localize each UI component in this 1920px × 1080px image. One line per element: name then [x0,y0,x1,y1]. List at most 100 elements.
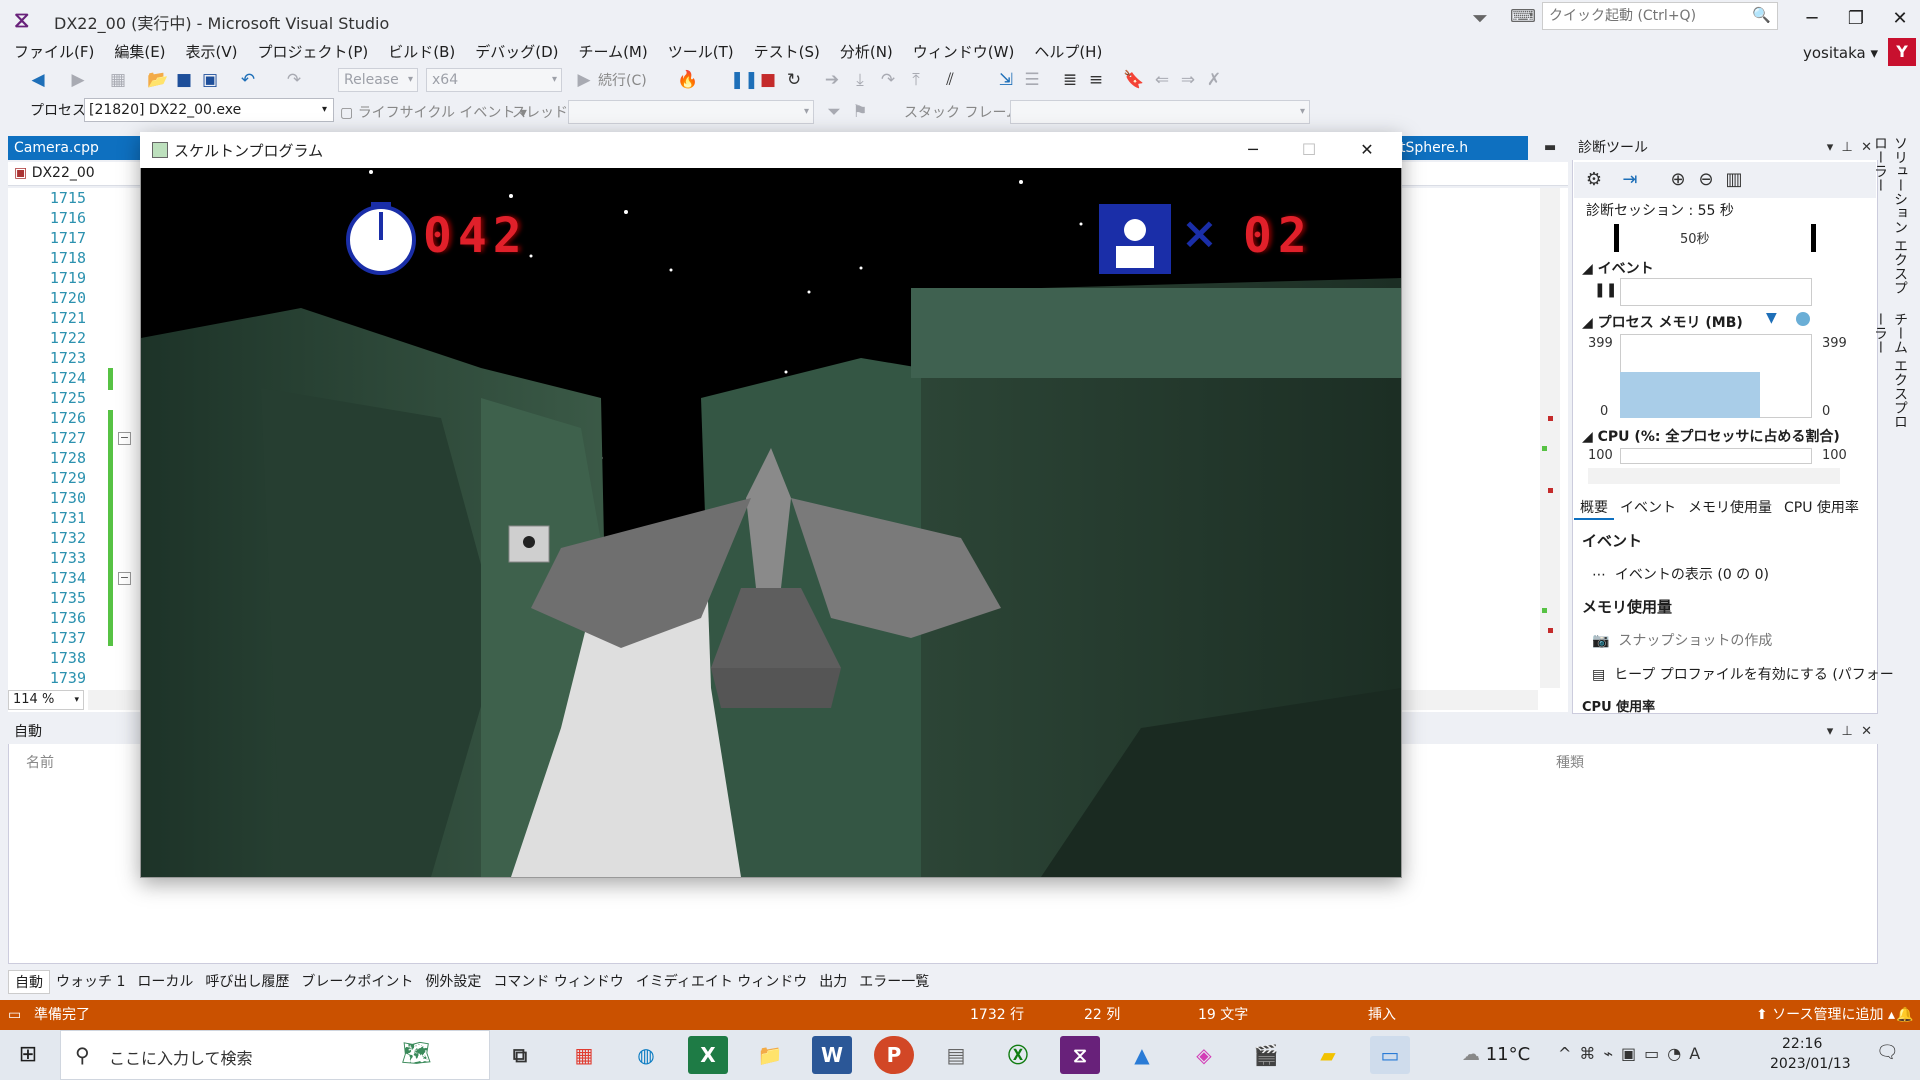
task-view-icon[interactable]: ⧉ [500,1036,540,1074]
clear-bookmarks-icon[interactable]: ✗ [1202,68,1226,92]
menu-team[interactable]: チーム(M) [569,40,658,64]
tab-output[interactable]: 出力 [813,970,853,994]
taskbar-search[interactable]: ⚲ ここに入力して検索 🗺 [60,1030,490,1080]
continue-icon[interactable]: ▶ [572,68,596,92]
weather-widget[interactable]: ☁ 11°C [1462,1044,1530,1065]
tab-exception-settings[interactable]: 例外設定 [419,970,487,994]
ime-indicator[interactable]: A [1689,1044,1708,1063]
open-file-icon[interactable]: 📂 [146,68,170,92]
system-tray[interactable]: ^⌘⌁▣▭◔A [1558,1044,1708,1063]
diag-horizontal-scrollbar[interactable] [1588,468,1840,484]
next-bookmark-icon[interactable]: ⇒ [1176,68,1200,92]
collapse-toggle[interactable]: − [118,572,131,585]
status-chars[interactable]: 19 文字 [1198,1000,1248,1030]
menu-help[interactable]: ヘルプ(H) [1024,40,1112,64]
redo-icon[interactable]: ↷ [282,68,306,92]
process-memory-section[interactable]: ◢ プロセス メモリ (MB) [1582,312,1743,332]
video-editor-icon[interactable]: 🎬 [1246,1036,1286,1074]
start-button[interactable]: ⊞ [0,1030,56,1080]
take-snapshot-button[interactable]: 📷 スナップショットの作成 [1592,630,1772,650]
word-icon[interactable]: W [812,1036,852,1074]
visual-studio-taskbar-icon[interactable]: ⧖ [1060,1036,1100,1074]
project-dropdown[interactable]: ▣ DX22_00 [14,165,95,181]
tab-error-list[interactable]: エラー一覧 [853,970,935,994]
tab-sphere-h[interactable]: tSphere.h [1398,136,1528,160]
column-name-header[interactable]: 名前 [26,752,54,772]
collapse-toggle[interactable]: − [118,432,131,445]
bookmark-icon[interactable]: 🔖 [1122,68,1146,92]
zoom-dropdown[interactable]: 114 % ▾ [8,690,84,710]
back-icon[interactable]: ◀ [26,68,50,92]
notifications-bell-icon[interactable]: 🔔 [1896,1000,1913,1030]
tab-command-window[interactable]: コマンド ウィンドウ [487,970,629,994]
new-project-icon[interactable]: ▦ [106,68,130,92]
tab-call-stack[interactable]: 呼び出し履歴 [199,970,295,994]
game-viewport[interactable]: 042 × 02 [141,168,1401,877]
comment-icon[interactable]: ≣ [1058,68,1082,92]
vertical-scrollbar[interactable] [1540,188,1560,688]
menu-analyze[interactable]: 分析(N) [830,40,903,64]
clock-time[interactable]: 22:16 [1782,1036,1822,1052]
menu-build[interactable]: ビルド(B) [378,40,465,64]
paint-icon[interactable]: ◈ [1184,1036,1224,1074]
restart-icon[interactable]: ↻ [782,68,806,92]
xbox-icon[interactable]: Ⓧ [998,1036,1038,1074]
chart-icon[interactable]: ▥ [1722,168,1746,192]
close-button[interactable]: ✕ [1880,4,1920,34]
cpu-section[interactable]: ◢ CPU (%: 全プロセッサに占める割合) [1582,426,1840,446]
format-icon[interactable]: ☰ [1020,68,1044,92]
team-explorer-tab[interactable]: チーム エクスプローラー [1872,312,1910,442]
menu-test[interactable]: テスト(S) [744,40,830,64]
process-dropdown[interactable]: [21820] DX22_00.exe ▾ [84,98,334,122]
photos-icon[interactable]: ▲ [1122,1036,1162,1074]
avatar[interactable]: Y [1888,38,1916,66]
source-control-button[interactable]: ⬆ ソース管理に追加 ▴ [1756,1000,1895,1030]
restore-button[interactable]: ❐ [1836,4,1876,34]
file-explorer-icon[interactable]: 📁 [750,1036,790,1074]
solution-explorer-tab[interactable]: ソリューション エクスプローラー [1872,136,1910,306]
tab-breakpoints[interactable]: ブレークポイント [295,970,419,994]
flag-icon[interactable]: ⚑ [848,100,872,124]
step-into-icon[interactable]: ⤓ [848,68,872,92]
game-maximize-button[interactable]: ☐ [1286,132,1332,168]
desktop-app-icon[interactable]: ▤ [936,1036,976,1074]
show-events-link[interactable]: ⋯ イベントの表示 (0 の 0) [1592,564,1769,584]
microsoft-store-icon[interactable]: ▦ [564,1036,604,1074]
menu-tools[interactable]: ツール(T) [658,40,744,64]
filter-threads-icon[interactable]: ⏷ [822,100,846,124]
excel-icon[interactable]: X [688,1036,728,1074]
thread-dropdown[interactable]: ▾ [568,100,814,124]
menu-view[interactable]: 表示(V) [176,40,248,64]
game-close-button[interactable]: ✕ [1344,132,1390,168]
status-line[interactable]: 1732 行 [970,1000,1024,1030]
platform-dropdown[interactable]: x64 ▾ [426,68,562,92]
tab-autos[interactable]: 自動 [8,970,50,994]
events-section[interactable]: ◢ イベント [1582,258,1654,278]
menu-debug[interactable]: デバッグ(D) [465,40,568,64]
tab-memory[interactable]: メモリ使用量 [1682,496,1778,520]
tab-summary[interactable]: 概要 [1574,496,1614,520]
menu-file[interactable]: ファイル(F) [4,40,104,64]
notification-center-icon[interactable]: 🗨 [1876,1042,1899,1063]
save-icon[interactable]: ■ [172,68,196,92]
status-insert-mode[interactable]: 挿入 [1368,1000,1396,1030]
step-over-icon[interactable]: ↷ [876,68,900,92]
lifecycle-events-label[interactable]: ▢ ライフサイクル イベント ▾ [340,102,527,122]
menu-edit[interactable]: 編集(E) [104,40,175,64]
tab-camera-cpp[interactable]: Camera.cpp [8,136,148,160]
prev-bookmark-icon[interactable]: ⇐ [1150,68,1174,92]
zoom-out-icon[interactable]: ⊖ [1694,168,1718,192]
timeline-ruler[interactable] [1614,224,1816,252]
column-type-header[interactable]: 種類 [1556,752,1584,772]
status-column[interactable]: 22 列 [1084,1000,1120,1030]
powerpoint-icon[interactable]: P [874,1036,914,1074]
feedback-icon[interactable]: ⌨ [1510,6,1536,27]
sticky-notes-icon[interactable]: ▰ [1308,1036,1348,1074]
configuration-dropdown[interactable]: Release ▾ [338,68,418,92]
tab-overflow-icon[interactable]: ▬ [1544,136,1562,160]
uncomment-icon[interactable]: ≡ [1084,68,1108,92]
game-title-bar[interactable] [140,132,1402,168]
clock-date[interactable]: 2023/01/13 [1770,1056,1851,1072]
stop-icon[interactable]: ■ [756,68,780,92]
panel-controls[interactable]: ▾ ⊥ ✕ [1827,720,1872,744]
